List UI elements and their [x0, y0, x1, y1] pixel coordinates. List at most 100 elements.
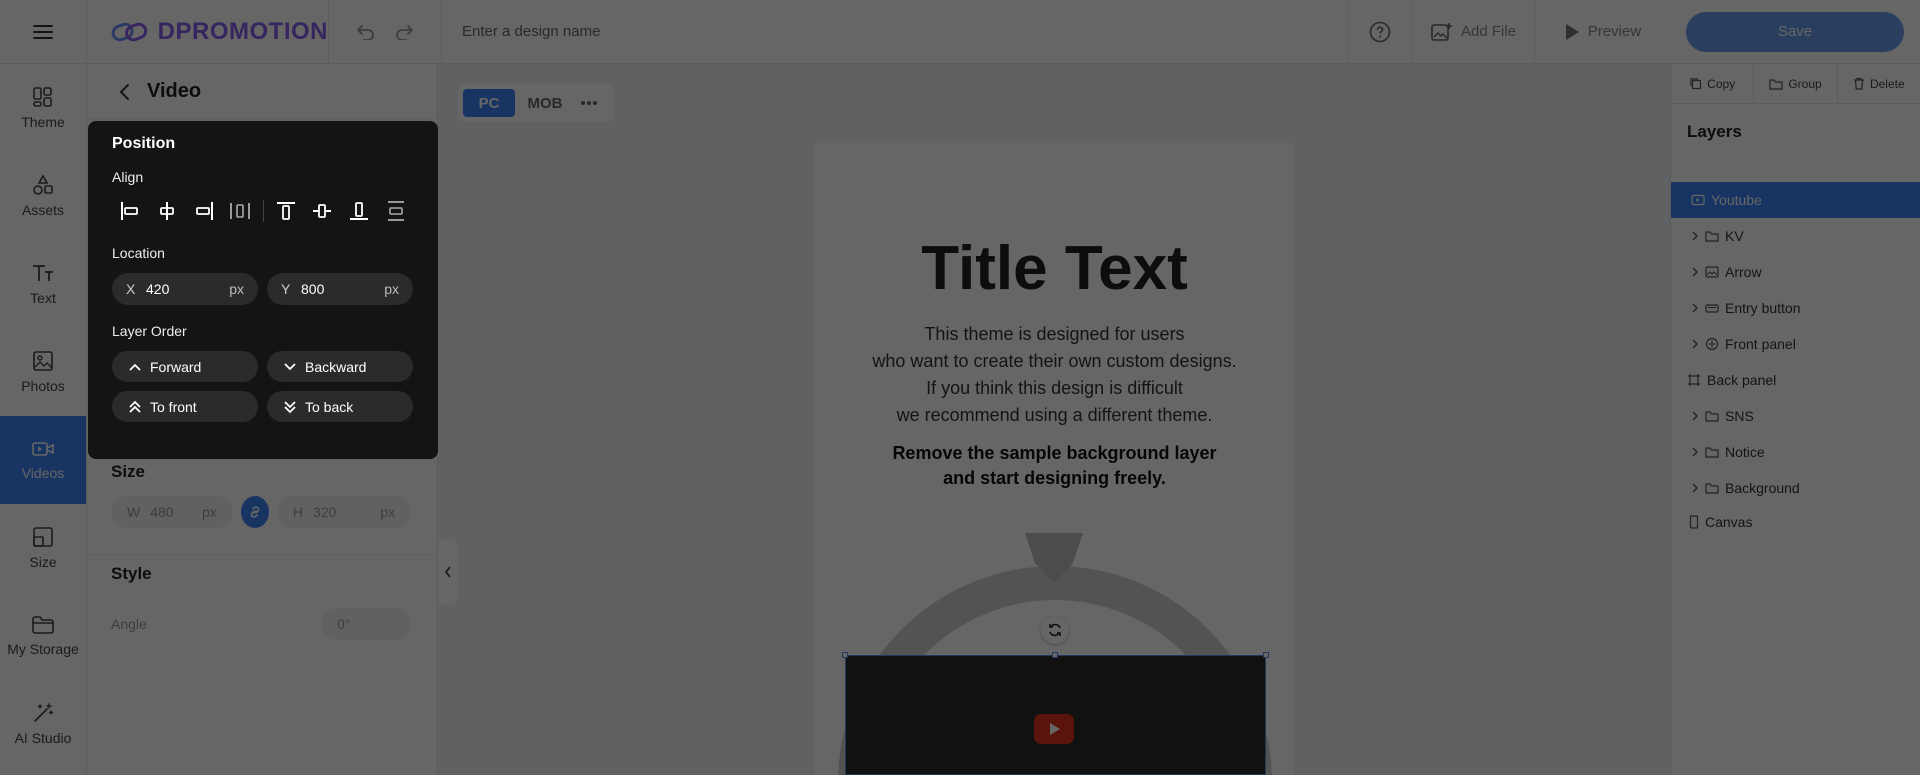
resize-handle[interactable] — [842, 652, 848, 658]
top-bar: DPROMOTION Enter a design name Add File … — [0, 0, 1920, 64]
chevron-down-icon — [284, 362, 296, 370]
trash-icon — [1853, 77, 1864, 90]
chevron-right-icon[interactable] — [1691, 483, 1699, 493]
align-top-button[interactable] — [267, 195, 304, 227]
preview-button[interactable]: Preview — [1534, 0, 1670, 64]
design-name-input[interactable]: Enter a design name — [442, 23, 1347, 40]
layer-item-arrow[interactable]: Arrow — [1671, 254, 1920, 290]
width-field[interactable]: W 480 px — [111, 496, 233, 528]
delete-button[interactable]: Delete — [1838, 64, 1920, 103]
chevron-right-icon[interactable] — [1691, 267, 1699, 277]
forward-button[interactable]: Forward — [112, 351, 258, 382]
chevron-right-icon[interactable] — [1691, 231, 1699, 241]
layer-item-front-panel[interactable]: Front panel — [1671, 326, 1920, 362]
chevron-right-icon[interactable] — [1691, 411, 1699, 421]
layer-item-back-panel[interactable]: Back panel — [1671, 362, 1920, 398]
layer-item-canvas[interactable]: Canvas — [1671, 506, 1920, 538]
video-icon — [1691, 194, 1705, 206]
resize-handle[interactable] — [1263, 652, 1269, 658]
group-button[interactable]: Group — [1754, 64, 1838, 103]
align-bottom-button[interactable] — [341, 195, 378, 227]
layer-order-label: Layer Order — [112, 323, 187, 339]
width-value: 480 — [150, 504, 174, 520]
backward-button[interactable]: Backward — [267, 351, 413, 382]
tab-mob[interactable]: MOB — [519, 89, 571, 117]
sidebar-item-photos[interactable]: Photos — [0, 328, 86, 416]
menu-button[interactable] — [0, 0, 87, 64]
add-image-icon — [1431, 22, 1452, 41]
layers-panel: Copy Group Delete Layers Youtube KV Arro… — [1670, 64, 1920, 775]
size-title: Size — [111, 462, 146, 481]
rotate-handle[interactable] — [1041, 616, 1069, 644]
distribute-horizontal-button[interactable] — [222, 195, 259, 227]
youtube-play-icon — [1034, 714, 1074, 744]
align-middle-button[interactable] — [304, 195, 341, 227]
layer-item-background[interactable]: Background — [1671, 470, 1920, 506]
add-file-button[interactable]: Add File — [1412, 0, 1534, 64]
sidebar-item-ai-studio[interactable]: AI Studio — [0, 680, 86, 768]
y-axis-label: Y — [281, 281, 291, 297]
more-icon[interactable] — [575, 93, 603, 113]
distribute-vertical-button[interactable] — [377, 195, 414, 227]
assets-icon — [33, 174, 53, 195]
layer-item-youtube[interactable]: Youtube — [1671, 182, 1920, 218]
layer-item-entry-button[interactable]: Entry button — [1671, 290, 1920, 326]
distribute-vertical-icon — [387, 201, 404, 221]
to-back-button[interactable]: To back — [267, 391, 413, 422]
layer-item-sns[interactable]: SNS — [1671, 398, 1920, 434]
chevron-right-icon[interactable] — [1691, 303, 1699, 313]
layer-name: Arrow — [1725, 264, 1762, 280]
resize-handle[interactable] — [1052, 652, 1058, 658]
height-field[interactable]: H 320 px — [276, 496, 411, 528]
tab-pc[interactable]: PC — [463, 89, 515, 117]
x-field[interactable]: X 420 px — [112, 273, 258, 305]
align-left-button[interactable] — [112, 195, 149, 227]
save-button[interactable]: Save — [1686, 11, 1904, 52]
canvas-description[interactable]: This theme is designed for users who wan… — [815, 321, 1294, 429]
align-center-vertical-icon — [313, 204, 332, 218]
width-unit: px — [201, 504, 217, 520]
folder-icon — [1705, 411, 1719, 422]
sidebar-item-theme[interactable]: Theme — [0, 64, 86, 152]
frame-icon — [1688, 374, 1700, 386]
collapse-panel-button[interactable] — [438, 540, 458, 604]
chevron-left-icon — [444, 566, 451, 578]
chevron-right-icon[interactable] — [1691, 339, 1699, 349]
angle-label: Angle — [111, 616, 147, 632]
logo[interactable]: DPROMOTION — [87, 0, 329, 64]
youtube-video-element[interactable] — [842, 652, 1269, 775]
angle-field[interactable]: 0° — [321, 608, 411, 640]
layers-title: Layers — [1687, 122, 1742, 141]
rotate-icon — [1049, 623, 1061, 637]
sidebar-item-size[interactable]: Size — [0, 504, 86, 592]
delete-label: Delete — [1869, 76, 1905, 91]
undo-icon[interactable] — [356, 24, 376, 40]
canvas-bold-text[interactable]: Remove the sample background layer and s… — [815, 441, 1294, 491]
panel-header: Video — [87, 64, 437, 120]
sidebar-item-videos[interactable]: Videos — [0, 416, 86, 504]
panel-title: Video — [147, 80, 202, 102]
chevron-right-icon[interactable] — [1691, 447, 1699, 457]
canvas-area: PC MOB Title Text This theme is designed… — [438, 64, 1670, 775]
image-icon — [1705, 266, 1719, 278]
align-center-h-button[interactable] — [149, 195, 186, 227]
sidebar-item-assets[interactable]: Assets — [0, 152, 86, 240]
layer-item-kv[interactable]: KV — [1671, 218, 1920, 254]
aspect-lock-button[interactable] — [240, 496, 269, 528]
sidebar-item-text[interactable]: Text — [0, 240, 86, 328]
help-icon — [1369, 21, 1391, 42]
help-button[interactable] — [1347, 0, 1412, 64]
to-front-button[interactable]: To front — [112, 391, 258, 422]
redo-icon[interactable] — [394, 24, 414, 40]
text-icon — [33, 265, 53, 281]
copy-button[interactable]: Copy — [1671, 64, 1755, 103]
y-field[interactable]: Y 800 px — [267, 273, 413, 305]
layer-name: Back panel — [1707, 372, 1777, 388]
align-right-button[interactable] — [185, 195, 222, 227]
divider — [87, 554, 438, 555]
canvas-title-text[interactable]: Title Text — [815, 233, 1294, 304]
layer-item-notice[interactable]: Notice — [1671, 434, 1920, 470]
design-page[interactable]: Title Text This theme is designed for us… — [815, 143, 1294, 775]
back-chevron-icon[interactable] — [119, 83, 131, 101]
sidebar-item-my-storage[interactable]: My Storage — [0, 592, 86, 680]
